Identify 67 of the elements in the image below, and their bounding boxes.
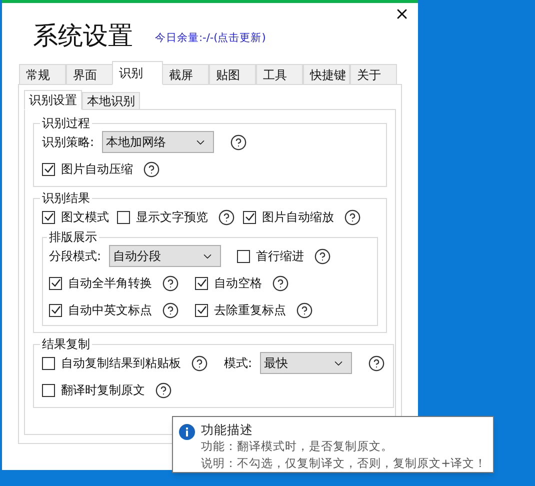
tab[interactable]: 快捷键 — [303, 64, 350, 85]
help-icon[interactable] — [344, 208, 361, 226]
check-icon — [50, 305, 60, 315]
help-icon[interactable] — [314, 248, 332, 264]
checkbox-label: 自动空格 — [214, 275, 262, 291]
tab[interactable]: 界面 — [66, 64, 113, 85]
checkbox[interactable] — [42, 162, 55, 176]
checkbox-label: 图片自动压缩 — [61, 161, 133, 177]
field-label: 模式: — [224, 355, 252, 371]
checkbox[interactable] — [195, 304, 208, 316]
tab[interactable]: 常规 — [19, 64, 66, 85]
dropdown[interactable]: 本地加网络 — [102, 131, 214, 153]
checkbox[interactable] — [243, 210, 256, 224]
tab[interactable]: 识别 — [112, 61, 163, 85]
group-title: 结果复制 — [41, 337, 91, 352]
dropdown[interactable]: 自动分段 — [109, 245, 222, 267]
checkbox-label: 去除重复标点 — [214, 302, 286, 318]
tab[interactable]: 截屏 — [162, 64, 209, 85]
checkbox[interactable] — [42, 210, 55, 224]
checkbox[interactable] — [42, 356, 55, 370]
field-label: 识别策略: — [42, 134, 94, 150]
checkbox-label: 自动复制结果到粘贴板 — [61, 355, 181, 371]
checkbox[interactable] — [195, 276, 208, 290]
group-title: 识别过程 — [41, 116, 91, 131]
checkbox[interactable] — [237, 250, 250, 262]
checkbox-label: 自动全半角转换 — [68, 275, 152, 291]
check-icon — [196, 278, 206, 288]
checkbox-label: 自动中英文标点 — [68, 302, 152, 318]
tab[interactable]: 工具 — [256, 64, 303, 85]
help-icon[interactable] — [272, 274, 289, 292]
tooltip-text: 功能：翻译模式时，是否复制原文。 — [201, 438, 394, 455]
tooltip-text: 说明：不勾选，仅复制译文，否则，复制原文+译文！ — [201, 455, 487, 472]
check-icon — [196, 305, 206, 315]
help-icon[interactable] — [218, 208, 235, 226]
sub-tab[interactable]: 识别设置 — [24, 90, 82, 110]
field-label: 分段模式: — [49, 248, 102, 264]
tab[interactable]: 关于 — [350, 64, 397, 85]
checkbox-label: 显示文字预览 — [136, 209, 208, 225]
help-icon[interactable] — [162, 274, 179, 292]
check-icon — [50, 278, 60, 288]
check-icon — [44, 164, 54, 174]
sub-tab[interactable]: 本地识别 — [82, 92, 140, 110]
help-icon[interactable] — [368, 354, 386, 372]
group-title: 识别结果 — [41, 191, 91, 206]
tab[interactable]: 贴图 — [209, 64, 256, 85]
quota-link[interactable]: 今日余量:-/-(点击更新) — [155, 30, 266, 46]
check-icon — [44, 212, 54, 222]
help-icon[interactable] — [143, 160, 160, 178]
checkbox[interactable] — [117, 210, 130, 224]
tooltip-title: 功能描述 — [201, 421, 254, 438]
checkbox-label: 图文模式 — [61, 209, 109, 225]
help-icon[interactable] — [296, 302, 313, 318]
check-icon — [244, 212, 254, 222]
help-icon[interactable] — [191, 354, 208, 372]
help-icon[interactable] — [155, 382, 172, 398]
help-icon[interactable] — [230, 134, 248, 150]
checkbox[interactable] — [49, 276, 62, 290]
group-title: 排版展示 — [48, 230, 98, 245]
info-icon — [179, 424, 195, 440]
dropdown[interactable]: 最快 — [260, 352, 352, 374]
window-title: 系统设置 — [33, 20, 133, 52]
help-icon[interactable] — [162, 302, 179, 318]
checkbox[interactable] — [49, 304, 62, 316]
checkbox-label: 图片自动缩放 — [262, 209, 334, 225]
checkbox[interactable] — [42, 384, 55, 396]
checkbox-label: 首行缩进 — [256, 248, 304, 264]
checkbox-label: 翻译时复制原文 — [61, 382, 145, 398]
